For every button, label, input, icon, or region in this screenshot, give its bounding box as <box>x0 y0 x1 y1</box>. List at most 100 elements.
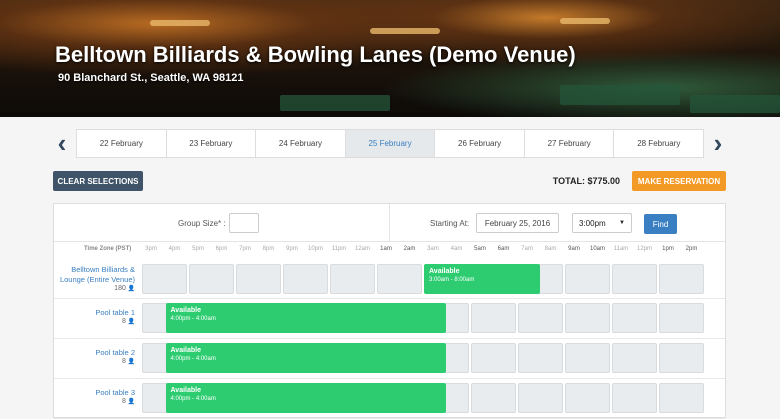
time-slot[interactable] <box>330 264 375 294</box>
time-slot[interactable] <box>471 383 516 413</box>
pool-table-photo <box>560 85 680 105</box>
date-tab[interactable]: 23 February <box>167 130 257 157</box>
resource-name-link[interactable]: Pool table 1 <box>55 308 135 318</box>
ceiling-lamp <box>560 18 610 24</box>
hour-tick: 1am <box>380 246 392 252</box>
hour-tick: 5pm <box>192 246 204 252</box>
resource-row: Pool table 18 👤 Available 4:00pm - 4:00am <box>54 299 725 339</box>
availability-panel: Group Size* : Starting At: February 25, … <box>53 203 726 419</box>
time-slot[interactable] <box>612 343 657 373</box>
hour-tick: 11pm <box>331 246 347 252</box>
capacity-info: 8 👤 <box>55 398 135 405</box>
time-slot[interactable] <box>659 343 704 373</box>
time-slot[interactable] <box>142 264 187 294</box>
available-slot[interactable]: Available 4:00pm - 4:00am <box>165 343 446 373</box>
time-slot[interactable] <box>283 264 328 294</box>
venue-title: Belltown Billiards & Bowling Lanes (Demo… <box>55 42 576 67</box>
start-time-value: 3:00pm <box>579 218 606 228</box>
start-date-input[interactable]: February 25, 2016 <box>476 213 559 233</box>
resource-name-link[interactable]: Pool table 3 <box>55 388 135 398</box>
search-filters: Group Size* : Starting At: February 25, … <box>54 204 725 242</box>
hour-tick: 10pm <box>307 246 324 252</box>
resource-name-link[interactable]: Pool table 2 <box>55 348 135 358</box>
time-slot[interactable] <box>565 343 610 373</box>
available-time-range: 4:00pm - 4:00am <box>170 396 216 402</box>
hour-tick: 7pm <box>239 246 251 252</box>
time-slot[interactable] <box>659 383 704 413</box>
hour-tick: 9pm <box>286 246 298 252</box>
hour-tick: 8pm <box>262 246 275 252</box>
time-slot[interactable] <box>189 264 234 294</box>
hour-tick: 8am <box>544 246 557 252</box>
date-tab[interactable]: 22 February <box>77 130 167 157</box>
time-slot[interactable] <box>518 383 563 413</box>
time-slot[interactable] <box>612 303 657 333</box>
hour-tick: 6am <box>497 246 510 252</box>
time-slot[interactable] <box>377 264 422 294</box>
date-tab[interactable]: 27 February <box>525 130 615 157</box>
date-tabs: 22 February 23 February 24 February 25 F… <box>76 129 704 158</box>
ceiling-lamp <box>150 20 210 26</box>
person-icon: 👤 <box>125 359 135 365</box>
find-button[interactable]: Find <box>644 214 677 234</box>
date-tab[interactable]: 26 February <box>435 130 525 157</box>
person-icon: 👤 <box>125 286 135 292</box>
resource-name-link[interactable]: Belltown Billiards & Lounge (Entire Venu… <box>55 265 135 285</box>
clear-selections-button[interactable]: CLEAR SELECTIONS <box>53 171 143 191</box>
chevron-right-icon[interactable]: › <box>709 129 727 158</box>
time-slot[interactable] <box>518 343 563 373</box>
hour-tick: 1pm <box>662 246 674 252</box>
time-slot[interactable] <box>612 383 657 413</box>
hour-tick: 10am <box>589 246 606 252</box>
venue-address: 90 Blanchard St., Seattle, WA 98121 <box>58 72 244 84</box>
hour-tick: 4am <box>450 246 463 252</box>
hour-tick: 9am <box>568 246 580 252</box>
hour-tick: 12am <box>354 246 371 252</box>
resource-row: Pool table 28 👤 Available 4:00pm - 4:00am <box>54 339 725 379</box>
group-size-label: Group Size* : <box>178 219 226 228</box>
resource-row: Pool table 38 👤 Available 4:00pm - 4:00am <box>54 379 725 419</box>
available-slot[interactable]: Available 4:00pm - 4:00am <box>165 383 446 413</box>
starting-at-label: Starting At: <box>430 219 470 228</box>
pool-table-photo <box>280 95 390 111</box>
ceiling-lamp <box>370 28 440 34</box>
resource-row: Belltown Billiards & Lounge (Entire Venu… <box>54 260 725 299</box>
time-slot[interactable] <box>471 343 516 373</box>
hour-tick: 7am <box>521 246 533 252</box>
date-tab-active[interactable]: 25 February <box>345 130 436 157</box>
start-time-select[interactable]: 3:00pm ▼ <box>572 213 632 233</box>
time-slot[interactable] <box>612 264 657 294</box>
time-slot[interactable] <box>518 303 563 333</box>
time-slot[interactable] <box>565 264 610 294</box>
group-size-input[interactable] <box>229 213 259 233</box>
available-label: Available <box>170 307 201 314</box>
hour-tick: 4pm <box>168 246 181 252</box>
filter-divider <box>389 204 390 242</box>
hour-tick: 2pm <box>685 246 698 252</box>
available-slot[interactable]: Available 4:00pm - 4:00am <box>165 303 446 333</box>
hour-tick: 2am <box>403 246 416 252</box>
time-slot[interactable] <box>565 303 610 333</box>
date-tab[interactable]: 24 February <box>256 130 346 157</box>
time-slot[interactable] <box>659 303 704 333</box>
make-reservation-button[interactable]: MAKE RESERVATION <box>632 171 726 191</box>
person-icon: 👤 <box>125 399 135 405</box>
total-price: TOTAL: $775.00 <box>552 176 620 186</box>
time-slot[interactable] <box>565 383 610 413</box>
hour-tick: 11am <box>613 246 629 252</box>
time-slot[interactable] <box>659 264 704 294</box>
timeline-header: Time Zone (PST) 3pm 4pm 5pm 6pm 7pm 8pm 9pm 10p… <box>54 244 725 258</box>
chevron-left-icon[interactable]: ‹ <box>53 129 71 158</box>
available-slot[interactable]: Available 3:00am - 8:00am <box>424 264 540 294</box>
caret-down-icon: ▼ <box>619 220 625 226</box>
available-time-range: 4:00pm - 4:00am <box>170 316 216 322</box>
hour-tick: 12pm <box>636 246 653 252</box>
hour-tick: 3am <box>427 246 439 252</box>
time-slot[interactable] <box>471 303 516 333</box>
available-time-range: 4:00pm - 4:00am <box>170 356 216 362</box>
resource-capacity: 180 <box>114 285 126 292</box>
hour-tick: 5am <box>474 246 486 252</box>
time-slot[interactable] <box>236 264 281 294</box>
date-tab[interactable]: 28 February <box>614 130 703 157</box>
pool-table-photo <box>690 95 780 113</box>
